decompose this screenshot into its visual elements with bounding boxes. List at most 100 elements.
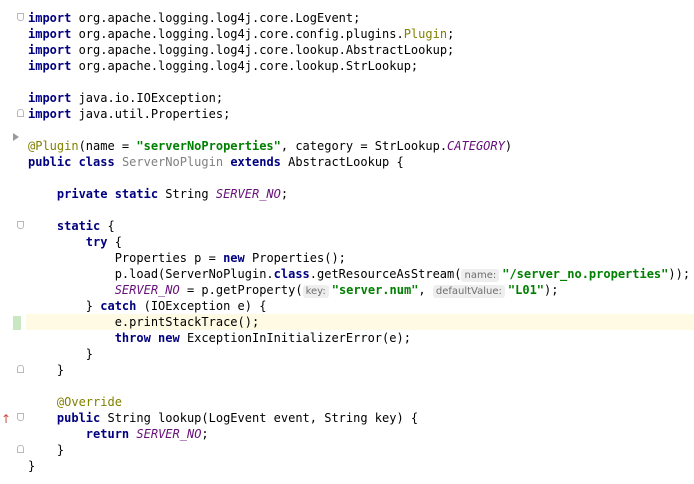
- current-code-line[interactable]: e.printStackTrace();: [26, 314, 694, 330]
- code-line[interactable]: @Override: [28, 394, 694, 410]
- class-name: ServerNoPlugin: [121, 155, 224, 169]
- parameter-hint: key:: [302, 285, 329, 298]
- string-literal: "L01": [507, 283, 545, 297]
- change-marker[interactable]: [13, 316, 21, 330]
- run-arrow-icon[interactable]: [13, 133, 19, 141]
- code-line-empty[interactable]: [28, 122, 694, 138]
- code-text: org.apache.logging.log4j.core.lookup.Str…: [71, 59, 419, 73]
- code-line[interactable]: import org.apache.logging.log4j.core.con…: [28, 26, 694, 42]
- code-text: org.apache.logging.log4j.core.config.plu…: [71, 27, 404, 41]
- code-line[interactable]: SERVER_NO = p.getProperty(key: "server.nu…: [28, 282, 694, 298]
- annotation-ref: Plugin: [403, 27, 448, 41]
- code-text: ExceptionInInitializerError(e);: [179, 331, 411, 345]
- code-text: {: [100, 219, 115, 233]
- keyword: import: [28, 59, 72, 73]
- code-line[interactable]: @Plugin(name = "serverNoProperties", cat…: [28, 138, 694, 154]
- code-text: );: [544, 283, 559, 297]
- keyword: public: [56, 411, 101, 425]
- code-line-empty[interactable]: [28, 202, 694, 218]
- annotation: @Plugin: [28, 139, 79, 153]
- code-text: }: [28, 299, 101, 313]
- code-line[interactable]: import java.io.IOException;: [28, 90, 694, 106]
- code-line[interactable]: Properties p = new Properties();: [28, 250, 694, 266]
- static-field: SERVER_NO: [215, 187, 281, 201]
- code-line[interactable]: private static String SERVER_NO;: [28, 186, 694, 202]
- code-line[interactable]: throw new ExceptionInInitializerError(e)…: [28, 330, 694, 346]
- code-text: String: [158, 187, 216, 201]
- code-area[interactable]: import org.apache.logging.log4j.core.Log…: [26, 10, 694, 474]
- code-line[interactable]: }: [28, 442, 694, 458]
- code-text: }: [28, 459, 36, 473]
- fold-toggle-icon[interactable]: [17, 13, 24, 21]
- keyword: try: [85, 235, 108, 249]
- parameter-hint: defaultValue:: [432, 285, 505, 298]
- code-line[interactable]: import org.apache.logging.log4j.core.loo…: [28, 42, 694, 58]
- code-line[interactable]: } catch (IOException e) {: [28, 298, 694, 314]
- code-text: ): [504, 139, 513, 153]
- code-text: AbstractLookup {: [280, 155, 404, 169]
- code-line[interactable]: }: [28, 346, 694, 362]
- code-line[interactable]: }: [28, 362, 694, 378]
- static-field: SERVER_NO: [114, 283, 180, 297]
- code-line[interactable]: return SERVER_NO;: [28, 426, 694, 442]
- code-text: .getResourceAsStream(: [309, 267, 462, 281]
- code-editor[interactable]: ↑ import org.apache.logging.log4j.core.L…: [0, 0, 694, 484]
- code-text: }: [28, 363, 65, 377]
- code-text: org.apache.logging.log4j.core.lookup.Abs…: [71, 43, 455, 57]
- code-text: ,: [418, 283, 433, 297]
- code-text: ;: [280, 187, 289, 201]
- code-line[interactable]: static {: [28, 218, 694, 234]
- code-line-empty[interactable]: [28, 170, 694, 186]
- fold-toggle-icon[interactable]: [17, 109, 24, 117]
- keyword: catch: [100, 299, 137, 313]
- code-line[interactable]: }: [28, 458, 694, 474]
- code-line[interactable]: public String lookup(LogEvent event, Str…: [28, 410, 694, 426]
- code-text: = p.getProperty(: [179, 283, 303, 297]
- annotation: @Override: [56, 395, 122, 409]
- keyword: import: [28, 91, 72, 105]
- keyword: new: [223, 251, 245, 265]
- code-line[interactable]: try {: [28, 234, 694, 250]
- code-text: java.util.Properties;: [71, 107, 231, 121]
- code-text: e.printStackTrace();: [28, 315, 260, 329]
- fold-toggle-icon[interactable]: [17, 365, 24, 373]
- editor-gutter: ↑: [0, 0, 26, 484]
- code-text: (IOException e) {: [136, 299, 267, 313]
- override-arrow-icon[interactable]: ↑: [1, 412, 11, 426]
- code-line[interactable]: import org.apache.logging.log4j.core.Log…: [28, 10, 694, 26]
- keyword: import: [28, 43, 72, 57]
- code-line[interactable]: public class ServerNoPlugin extends Abst…: [28, 154, 694, 170]
- keyword: import: [28, 27, 72, 41]
- code-text: (name =: [78, 139, 137, 153]
- code-line[interactable]: import java.util.Properties;: [28, 106, 694, 122]
- fold-toggle-icon[interactable]: [17, 445, 24, 453]
- code-text: {: [107, 235, 122, 249]
- keyword: return: [85, 427, 130, 441]
- fold-toggle-icon[interactable]: [17, 221, 24, 229]
- code-text: org.apache.logging.log4j.core.LogEvent;: [71, 11, 361, 25]
- code-line-empty[interactable]: [28, 378, 694, 394]
- code-line[interactable]: import org.apache.logging.log4j.core.loo…: [28, 58, 694, 74]
- code-line[interactable]: p.load(ServerNoPlugin.class.getResourceA…: [28, 266, 694, 282]
- keyword: throw new: [114, 331, 180, 345]
- keyword: public class: [28, 155, 115, 169]
- code-text: Properties p =: [28, 251, 224, 265]
- code-text: ;: [201, 427, 209, 441]
- keyword: extends: [230, 155, 281, 169]
- fold-toggle-icon[interactable]: [17, 413, 24, 421]
- code-line-empty[interactable]: [28, 74, 694, 90]
- code-text: }: [28, 443, 65, 457]
- keyword: private static: [56, 187, 159, 201]
- parameter-hint: name:: [461, 269, 500, 282]
- code-text: java.io.IOException;: [71, 91, 224, 105]
- keyword: import: [28, 11, 72, 25]
- code-text: Properties();: [244, 251, 346, 265]
